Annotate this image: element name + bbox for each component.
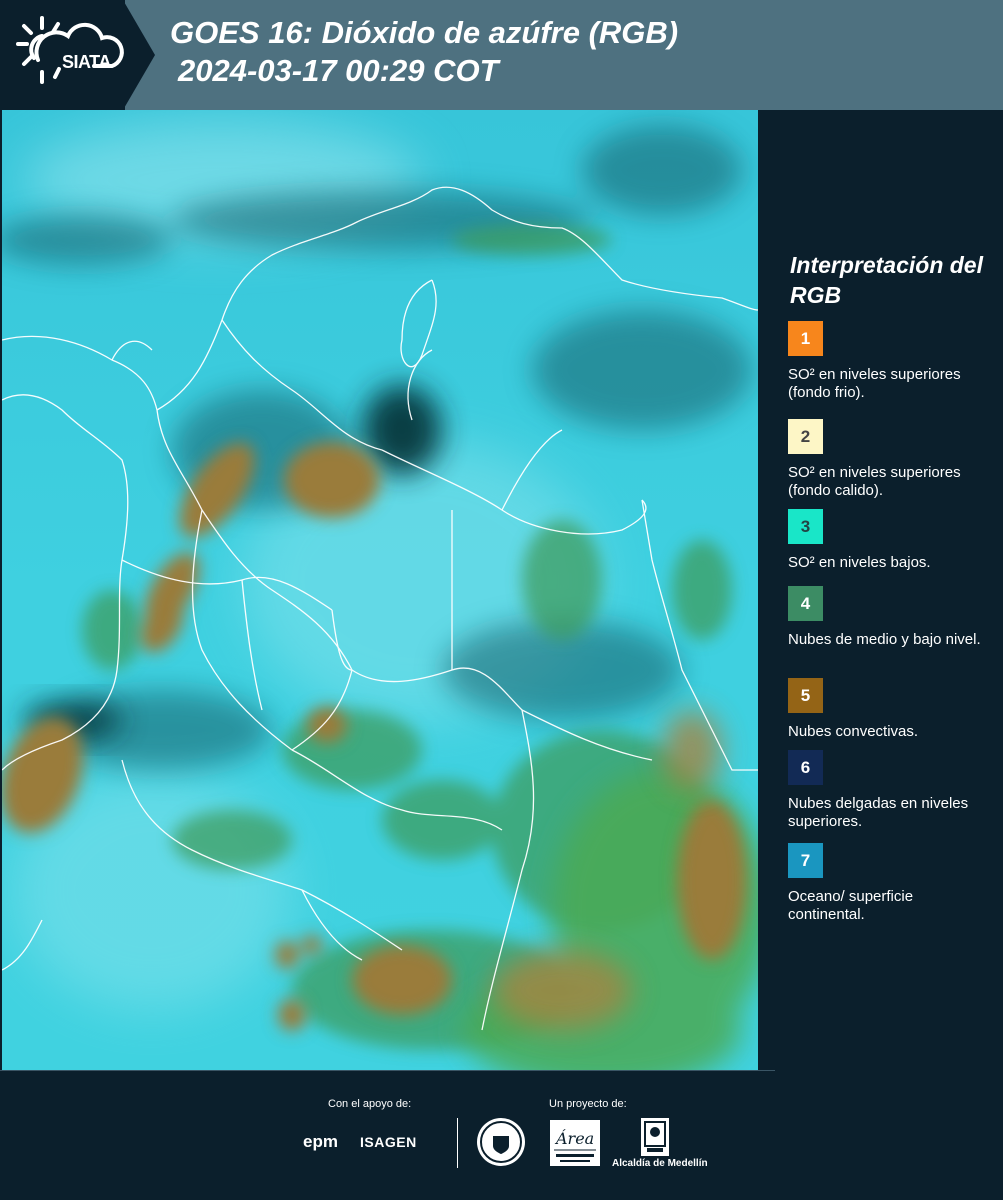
alcaldia-shield-icon[interactable]	[641, 1118, 669, 1156]
area-metropolitana-logo[interactable]: Área	[550, 1120, 600, 1166]
project-label: Un proyecto de:	[549, 1098, 627, 1110]
legend-item-4: 4 Nubes de medio y bajo nivel.	[788, 586, 988, 649]
legend-label-7: Oceano/ superficie continental.	[788, 888, 914, 923]
legend-swatch-7: 7	[788, 843, 823, 878]
page-title: GOES 16: Dióxido de azúfre (RGB) 2024-03…	[170, 14, 678, 90]
legend-panel: Interpretación del RGB 1 SO² en niveles …	[762, 110, 1003, 1070]
alcaldia-label: Alcaldía de Medellín	[612, 1158, 708, 1169]
legend-label-5: Nubes convectivas.	[788, 723, 919, 740]
legend-swatch-2: 2	[788, 419, 823, 454]
legend-swatch-5: 5	[788, 678, 823, 713]
epm-logo[interactable]: epm	[303, 1132, 338, 1152]
legend-swatch-1: 1	[788, 321, 823, 356]
header-chevron	[123, 0, 155, 110]
legend-swatch-4: 4	[788, 586, 823, 621]
footer: Con el apoyo de: Un proyecto de: epm ISA…	[0, 1070, 1003, 1200]
legend-item-7: 7 Oceano/ superficie continental.	[788, 843, 988, 924]
title-line-2: 2024-03-17 00:29 COT	[178, 53, 499, 88]
legend-label-4: Nubes de medio y bajo nivel.	[788, 631, 981, 648]
medellin-seal-icon[interactable]	[477, 1118, 525, 1166]
legend-title: Interpretación del RGB	[790, 252, 983, 308]
legend-label-2: SO² en niveles superiores (fondo calido)…	[788, 464, 961, 499]
satellite-map-graphic	[2, 110, 758, 1070]
legend-item-6: 6 Nubes delgadas en niveles superiores.	[788, 750, 988, 831]
legend-label-1: SO² en niveles superiores (fondo frio).	[788, 366, 961, 401]
siata-logo-text: SIATA	[62, 52, 111, 72]
isagen-logo[interactable]: ISAGEN	[360, 1134, 417, 1150]
siata-logo[interactable]: SIATA	[14, 14, 126, 96]
footer-vertical-divider	[457, 1118, 458, 1168]
legend-item-2: 2 SO² en niveles superiores (fondo calid…	[788, 419, 988, 500]
legend-label-3: SO² en niveles bajos.	[788, 554, 931, 571]
title-line-1: GOES 16: Dióxido de azúfre (RGB)	[170, 15, 679, 50]
footer-divider	[0, 1070, 775, 1071]
support-label: Con el apoyo de:	[328, 1098, 412, 1110]
legend-swatch-3: 3	[788, 509, 823, 544]
legend-item-3: 3 SO² en niveles bajos.	[788, 509, 988, 572]
legend-item-5: 5 Nubes convectivas.	[788, 678, 988, 741]
legend-swatch-6: 6	[788, 750, 823, 785]
legend-item-1: 1 SO² en niveles superiores (fondo frio)…	[788, 321, 988, 402]
svg-text:Área: Área	[554, 1128, 594, 1148]
satellite-map[interactable]	[2, 110, 758, 1070]
header: SIATA GOES 16: Dióxido de azúfre (RGB) 2…	[0, 0, 1003, 110]
legend-label-6: Nubes delgadas en niveles superiores.	[788, 795, 969, 830]
